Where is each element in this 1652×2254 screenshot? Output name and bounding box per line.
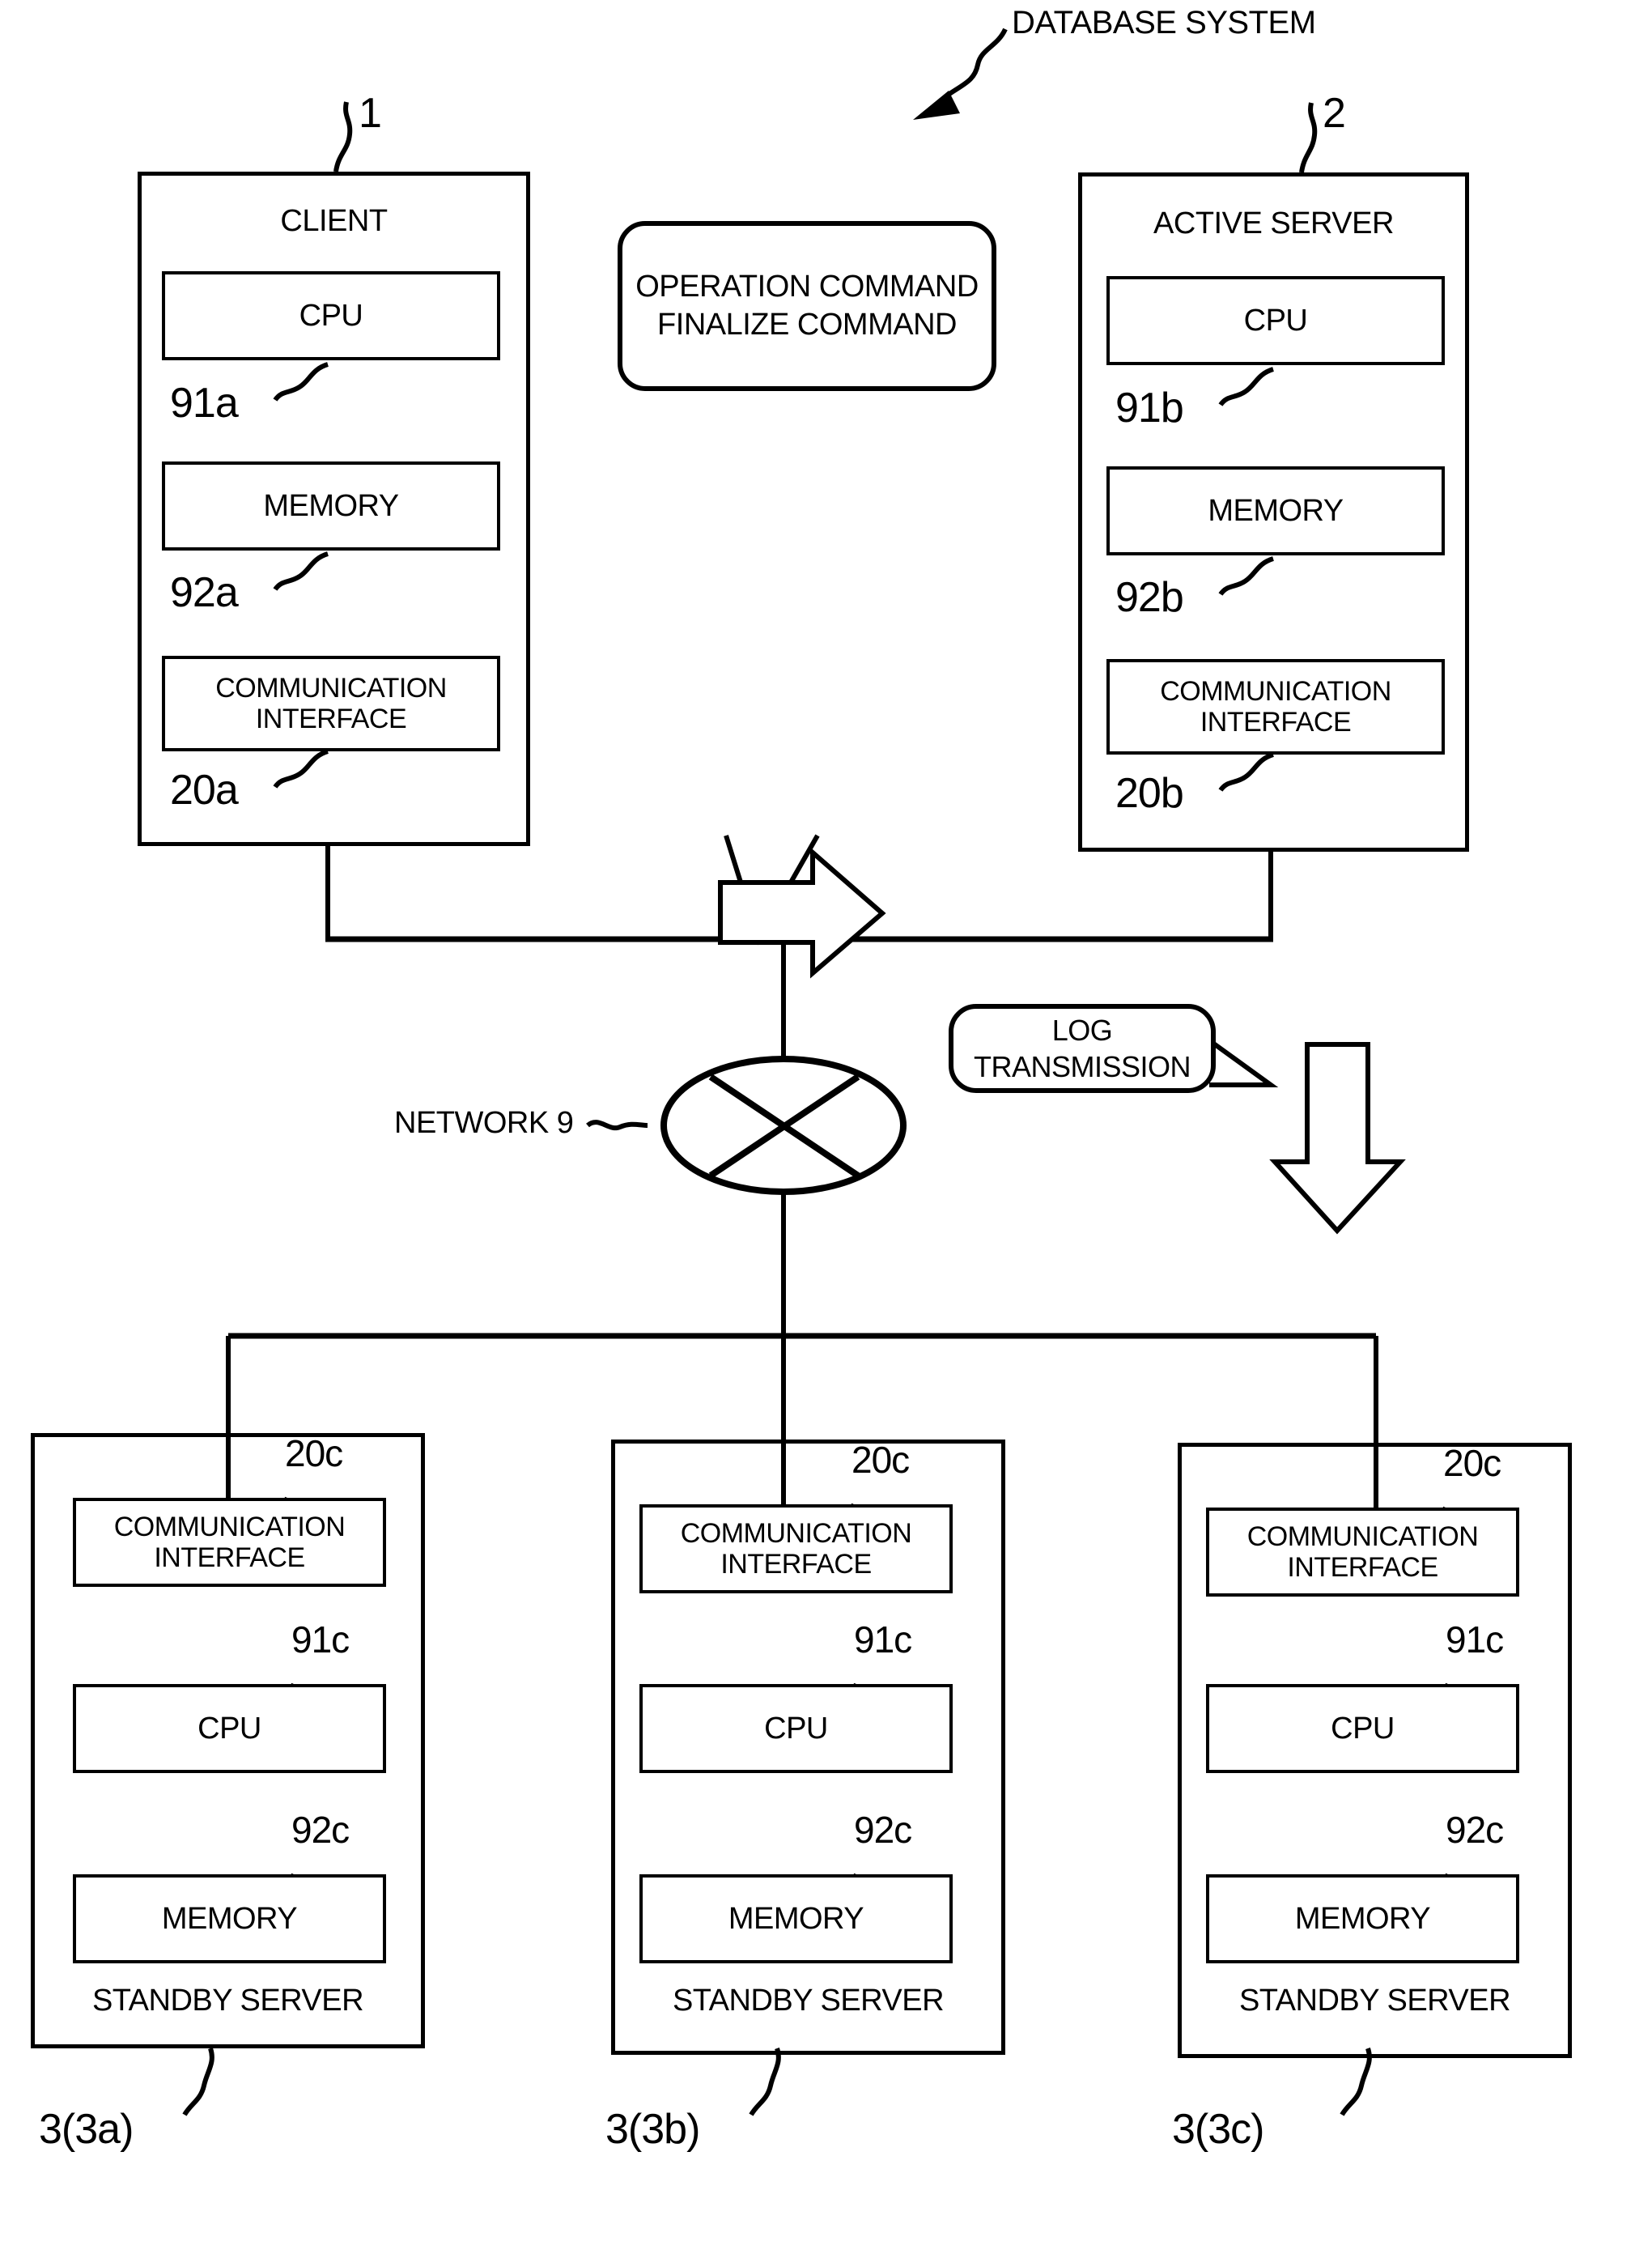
standby-server-c-ref-label: 3(3c) (1172, 2106, 1264, 2153)
client-comm-interface-box: COMMUNICATION INTERFACE (162, 656, 500, 751)
standby-server-b-comm-interface-box: COMMUNICATION INTERFACE (639, 1504, 953, 1593)
standby-server-c-comm-interface-label-line1: COMMUNICATION (1246, 1520, 1479, 1552)
active-server-title: ACTIVE SERVER (1153, 206, 1394, 240)
standby-server-c-memory-ref: 92c (1446, 1809, 1504, 1851)
client-title: CLIENT (280, 204, 388, 238)
log-transmission-line1: LOG (1051, 1014, 1113, 1047)
log-bubble-tail (1208, 1038, 1279, 1087)
client-cpu-ref: 91a (170, 380, 239, 427)
leader-standby-c-ref (1340, 2048, 1372, 2116)
title-leader-line (945, 28, 1008, 98)
leader-active-server-ref (1299, 102, 1318, 173)
standby-server-a-title: STANDBY SERVER (91, 1984, 364, 2018)
standby-server-c-cpu-box: CPU (1206, 1684, 1519, 1773)
standby-server-c-cpu-ref: 91c (1446, 1618, 1504, 1661)
active-server-comm-interface-box: COMMUNICATION INTERFACE (1106, 659, 1445, 755)
standby-server-b-memory-box: MEMORY (639, 1874, 953, 1963)
standby-server-c-comm-interface-box: COMMUNICATION INTERFACE (1206, 1508, 1519, 1597)
standby-server-b-cpu-ref: 91c (854, 1618, 912, 1661)
leader-standby-a-ref (182, 2048, 214, 2116)
finalize-command-line2: FINALIZE COMMAND (657, 308, 957, 342)
standby-server-b-comm-interface-ref: 20c (851, 1439, 910, 1481)
active-server-cpu-label: CPU (1243, 303, 1308, 338)
leader-standby-b-ref (749, 2048, 781, 2116)
active-server-memory-box: MEMORY (1106, 466, 1445, 555)
standby-server-b-cpu-label: CPU (764, 1711, 828, 1746)
standby-server-b-memory-ref: 92c (854, 1809, 912, 1851)
standby-server-c-comm-interface-ref: 20c (1443, 1442, 1501, 1484)
standby-server-a-cpu-ref: 91c (291, 1618, 350, 1661)
down-block-arrow (1269, 1042, 1406, 1235)
active-server-comm-interface-label-line1: COMMUNICATION (1160, 675, 1391, 707)
standby-server-a-comm-interface-label-line2: INTERFACE (154, 1542, 305, 1573)
client-memory-box: MEMORY (162, 461, 500, 551)
standby-server-a-ref-label: 3(3a) (39, 2106, 134, 2153)
standby-server-c-title: STANDBY SERVER (1238, 1984, 1511, 2018)
standby-server-b-ref-label: 3(3b) (605, 2106, 700, 2153)
standby-server-c-cpu-label: CPU (1331, 1711, 1395, 1746)
leader-network (586, 1120, 648, 1131)
title-leader-arrowhead (913, 91, 960, 120)
client-memory-label: MEMORY (263, 488, 399, 523)
client-comm-interface-ref: 20a (170, 767, 239, 814)
client-cpu-label: CPU (299, 298, 363, 333)
active-server-comm-interface-label-line2: INTERFACE (1200, 707, 1352, 738)
standby-server-b-memory-label: MEMORY (728, 1901, 864, 1936)
standby-server-b-comm-interface-label-line1: COMMUNICATION (680, 1517, 912, 1549)
client-comm-interface-label-line1: COMMUNICATION (215, 672, 447, 704)
standby-server-a-memory-ref: 92c (291, 1809, 350, 1851)
active-server-memory-label: MEMORY (1208, 493, 1344, 528)
figure-title: DATABASE SYSTEM (1012, 5, 1316, 40)
log-transmission-bubble: LOG TRANSMISSION (949, 1004, 1216, 1093)
client-memory-ref: 92a (170, 569, 239, 616)
standby-server-b-title: STANDBY SERVER (672, 1984, 945, 2018)
standby-server-a-memory-label: MEMORY (161, 1901, 298, 1936)
active-server-cpu-ref: 91b (1115, 385, 1184, 432)
active-server-ref-label: 2 (1323, 90, 1346, 137)
operation-command-line1: OPERATION COMMAND (635, 269, 979, 304)
client-comm-interface-label-line2: INTERFACE (255, 704, 407, 734)
active-server-comm-interface-ref: 20b (1115, 770, 1184, 817)
standby-server-a-cpu-label: CPU (197, 1711, 261, 1746)
active-server-cpu-box: CPU (1106, 276, 1445, 365)
standby-server-b-cpu-box: CPU (639, 1684, 953, 1773)
leader-client-ref (333, 101, 353, 172)
standby-server-c-memory-label: MEMORY (1294, 1901, 1431, 1936)
patent-figure-canvas: DATABASE SYSTEM CLIENT 1 CPU 91a MEMORY … (0, 0, 1652, 2254)
network-label: NETWORK 9 (394, 1106, 574, 1140)
client-ref-label: 1 (359, 90, 382, 137)
right-block-arrow (718, 847, 886, 979)
client-cpu-box: CPU (162, 271, 500, 360)
standby-server-a-cpu-box: CPU (73, 1684, 386, 1773)
standby-server-c-comm-interface-label-line2: INTERFACE (1287, 1552, 1438, 1583)
standby-server-a-comm-interface-ref: 20c (285, 1432, 343, 1474)
standby-server-a-comm-interface-label-line1: COMMUNICATION (113, 1511, 346, 1542)
active-server-memory-ref: 92b (1115, 574, 1184, 621)
standby-server-b-comm-interface-label-line2: INTERFACE (720, 1549, 872, 1580)
standby-server-a-memory-box: MEMORY (73, 1874, 386, 1963)
standby-server-c-memory-box: MEMORY (1206, 1874, 1519, 1963)
log-transmission-line2: TRANSMISSION (973, 1050, 1191, 1083)
standby-server-a-comm-interface-box: COMMUNICATION INTERFACE (73, 1498, 386, 1587)
operation-command-bubble: OPERATION COMMAND FINALIZE COMMAND (618, 221, 996, 391)
